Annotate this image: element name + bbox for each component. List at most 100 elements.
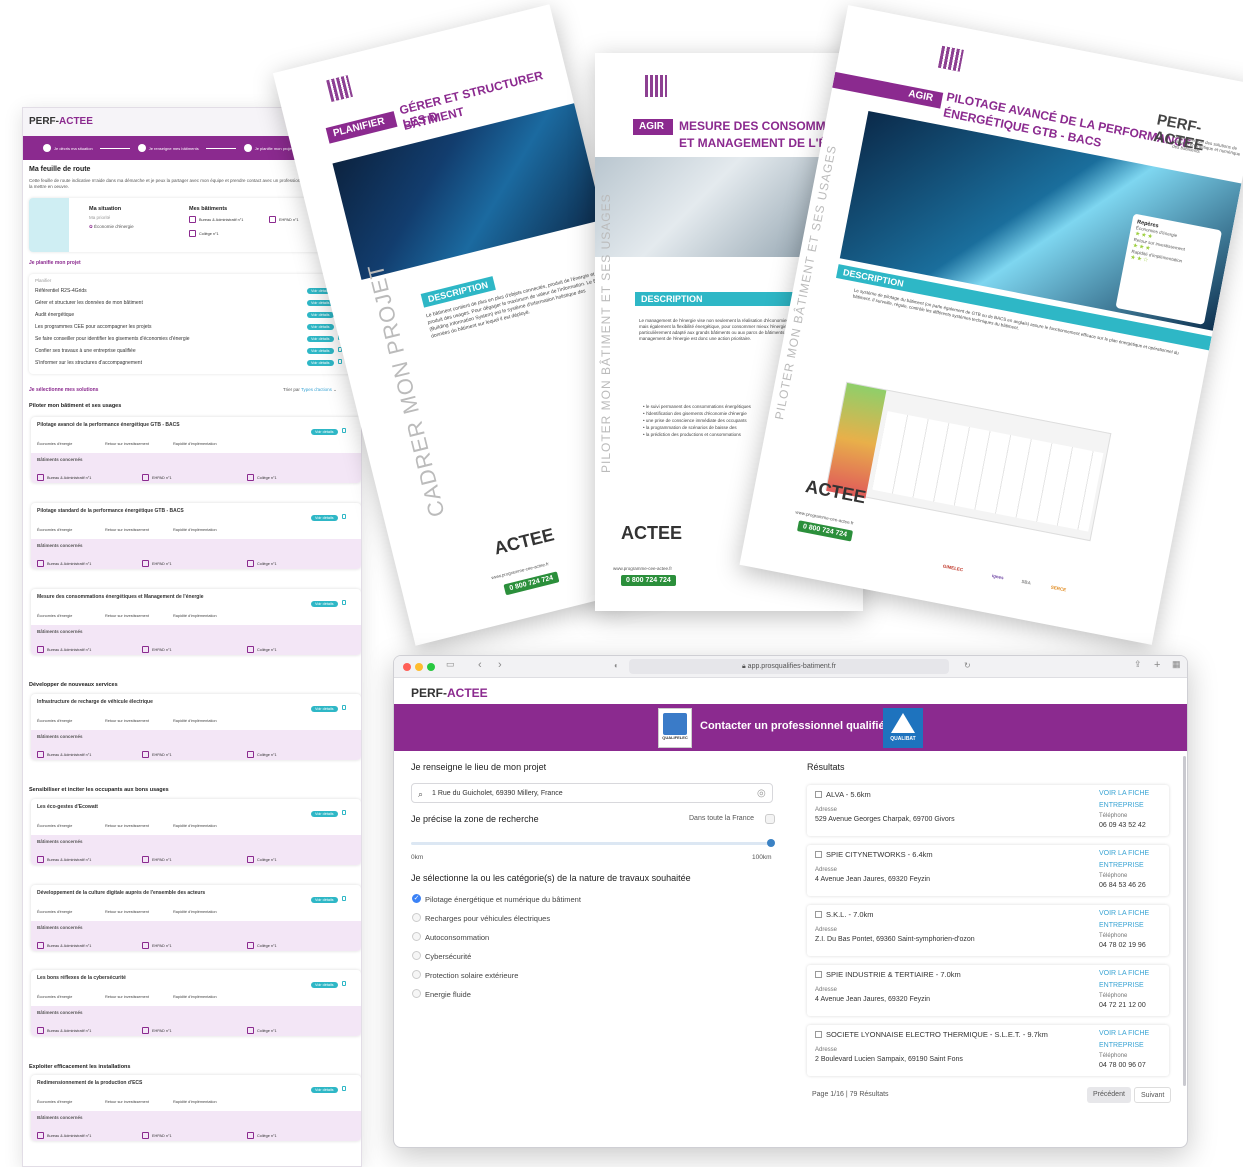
trash-icon[interactable] [341, 705, 346, 710]
pagination-info: Page 1/16 | 79 Résultats [812, 1091, 889, 1098]
category-checkbox[interactable] [412, 932, 421, 941]
category-checkbox[interactable] [412, 951, 421, 960]
qr-code [938, 45, 964, 72]
trash-icon[interactable] [341, 981, 346, 986]
sidebar-icon[interactable]: ▭ [446, 659, 455, 670]
category-label[interactable]: Energie fluide [425, 990, 471, 999]
details-button[interactable]: Voir détails [307, 324, 334, 330]
trash-icon[interactable] [341, 600, 346, 605]
details-button[interactable]: Voir détails [307, 312, 334, 318]
trash-icon[interactable] [337, 359, 342, 364]
category-label[interactable]: Protection solaire extérieure [425, 971, 518, 980]
view-company-link[interactable]: VOIR LA FICHE ENTREPRISE [1099, 848, 1167, 872]
category-label[interactable]: Pilotage énergétique et numérique du bât… [425, 895, 581, 904]
close-button[interactable] [403, 663, 411, 671]
check-icon: ✓ [413, 895, 420, 902]
view-company-link[interactable]: VOIR LA FICHE ENTREPRISE [1099, 968, 1167, 992]
zoom-button[interactable] [427, 663, 435, 671]
address-input[interactable]: ⌕ 1 Rue du Guicholet, 69390 Millery, Fra… [411, 783, 773, 803]
details-button[interactable]: Voir détails [311, 706, 338, 712]
details-button[interactable]: Voir détails [311, 515, 338, 521]
step-3[interactable]: Je planifie mon projet [243, 144, 293, 152]
category-label[interactable]: Recharges pour véhicules électriques [425, 914, 550, 923]
radius-slider-handle[interactable] [767, 839, 775, 847]
new-tab-icon[interactable]: + [1154, 659, 1160, 671]
next-button[interactable]: Suivant [1134, 1087, 1172, 1103]
solution-card[interactable]: Les éco-gestes d'Ecowatt Voir détails Écon… [31, 799, 361, 865]
back-icon[interactable]: ‹ [478, 659, 482, 671]
solution-card[interactable]: Redimensionnement de la production d'ECS… [31, 1075, 361, 1141]
trash-icon[interactable] [341, 810, 346, 815]
app-brand[interactable]: PERF-ACTEE [411, 686, 488, 700]
category-label[interactable]: Autoconsommation [425, 933, 489, 942]
details-button[interactable]: Voir détails [307, 348, 334, 354]
results-scrollbar[interactable] [1183, 756, 1186, 1086]
share-icon[interactable]: ⇪ [1134, 659, 1142, 670]
concerned-label: Bâtiments concernés [37, 457, 83, 462]
solution-card[interactable]: Infrastructure de recharge de véhicule é… [31, 694, 361, 760]
details-button[interactable]: Voir détails [307, 336, 334, 342]
whole-france-toggle[interactable] [765, 814, 775, 824]
section-title: Piloter mon bâtiment et ses usages [29, 403, 122, 409]
step-2[interactable]: Je renseigne mes bâtiments [137, 144, 240, 152]
lock-icon: 🔒︎ [741, 663, 746, 670]
zone-label: Je précise la zone de recherche [411, 814, 539, 824]
building-tag: EHPAD n°1 [142, 646, 247, 653]
company-phone: 04 72 21 12 00 [1099, 1002, 1146, 1009]
details-button[interactable]: Voir détails [311, 897, 338, 903]
plan-item: Se faire conseiller pour identifier les … [35, 335, 353, 342]
view-company-link[interactable]: VOIR LA FICHE ENTREPRISE [1099, 788, 1167, 812]
details-button[interactable]: Voir détails [307, 360, 334, 366]
solution-card[interactable]: Mesure des consommations énergétiques et… [31, 589, 361, 655]
reload-icon[interactable]: ↻ [964, 661, 971, 670]
building-icon [142, 560, 149, 567]
result-card: SPIE CITYNETWORKS - 6.4km Adresse 4 Avenue… [807, 845, 1169, 896]
details-button[interactable]: Voir détails [311, 601, 338, 607]
tab-overview-icon[interactable]: ▦ [1172, 659, 1181, 670]
previous-button[interactable]: Précédent [1087, 1087, 1131, 1103]
category-checkbox[interactable] [412, 913, 421, 922]
solution-card[interactable]: Pilotage avancé de la performance énergé… [31, 417, 361, 483]
company-phone: 06 84 53 46 26 [1099, 882, 1146, 889]
forward-icon[interactable]: › [498, 659, 502, 671]
chevron-down-icon: ⌄ [333, 387, 337, 392]
category-checkbox[interactable] [412, 989, 421, 998]
details-button[interactable]: Voir détails [311, 1087, 338, 1093]
view-company-link[interactable]: VOIR LA FICHE ENTREPRISE [1099, 1028, 1167, 1052]
address-bar[interactable]: 🔒︎ app.prosqualifies-batiment.fr [629, 659, 949, 674]
building-tag: EHPAD n°1 [142, 751, 247, 758]
category-label[interactable]: Cybersécurité [425, 952, 471, 961]
solution-card[interactable]: Les bons réflexes de la cybersécurité Voi… [31, 970, 361, 1036]
trash-icon[interactable] [341, 428, 346, 433]
company-phone: 06 09 43 52 42 [1099, 822, 1146, 829]
trash-icon[interactable] [341, 896, 346, 901]
locate-icon[interactable]: ◎ [757, 784, 766, 804]
trash-icon[interactable] [341, 1086, 346, 1091]
brochure2-title-2: ET MANAGEMENT DE L'ÉN [679, 136, 836, 150]
partner-serce: SERCE [1050, 584, 1067, 593]
details-button[interactable]: Voir détails [311, 429, 338, 435]
view-company-link[interactable]: VOIR LA FICHE ENTREPRISE [1099, 908, 1167, 932]
category-checkbox[interactable] [412, 970, 421, 979]
roadmap-logo: PERF-ACTEE [29, 116, 93, 127]
trash-icon[interactable] [341, 514, 346, 519]
plan-label: Planifier [35, 278, 52, 283]
company-name: SPIE INDUSTRIE & TERTIAIRE - 7.0km [815, 970, 961, 979]
details-button[interactable]: Voir détails [311, 982, 338, 988]
details-button[interactable]: Voir détails [311, 811, 338, 817]
qualibat-logo: QUALIBAT [883, 708, 923, 748]
plan-link[interactable]: Je planifie mon projet [29, 260, 81, 266]
select-link[interactable]: Je sélectionne mes solutions [29, 387, 98, 393]
sort-control[interactable]: Trier par Types d'actions ⌄ [283, 387, 337, 393]
situation-illustration [29, 198, 69, 252]
company-address: 4 Avenue Jean Jaures, 69320 Feyzin [815, 876, 931, 883]
situation-title: Ma situation [89, 206, 122, 212]
radius-slider[interactable] [411, 842, 771, 845]
minimize-button[interactable] [415, 663, 423, 671]
category-checkbox[interactable]: ✓ [412, 894, 421, 903]
solution-card[interactable]: Développement de la culture digitale aup… [31, 885, 361, 951]
step-1[interactable]: Je décris ma situation [43, 144, 134, 152]
concerned-label: Bâtiments concernés [37, 1010, 83, 1015]
solution-card[interactable]: Pilotage standard de la performance éner… [31, 503, 361, 569]
building-icon [37, 1132, 44, 1139]
